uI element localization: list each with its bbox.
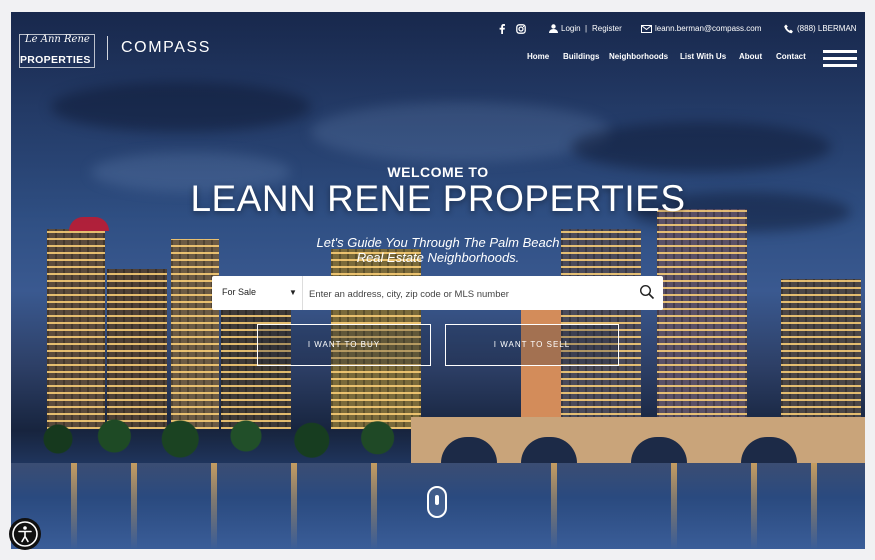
accessibility-icon[interactable] xyxy=(9,518,41,550)
facebook-icon[interactable] xyxy=(498,24,506,36)
listing-type-value: For Sale xyxy=(222,287,257,297)
nav-buildings[interactable]: Buildings xyxy=(563,52,599,61)
search-input[interactable] xyxy=(307,282,631,306)
email-link[interactable]: leann.berman@compass.com xyxy=(655,24,761,33)
mail-icon xyxy=(641,25,652,35)
hero-subtitle-line1: Let's Guide You Through The Palm Beach xyxy=(316,235,560,250)
compass-logo[interactable]: COMPASS xyxy=(121,39,211,57)
register-link[interactable]: Register xyxy=(592,24,622,33)
logo-script: Le Ann Rene xyxy=(25,34,90,45)
nav-neighborhoods[interactable]: Neighborhoods xyxy=(609,52,668,61)
phone-icon xyxy=(784,24,794,36)
phone-link[interactable]: (888) LBERMAN xyxy=(797,24,857,33)
logo-divider xyxy=(107,36,108,60)
hero-title: LEANN RENE PROPERTIES xyxy=(190,178,686,219)
nav-home[interactable]: Home xyxy=(527,52,549,61)
topbar-separator: | xyxy=(585,24,588,33)
nav-about[interactable]: About xyxy=(739,52,762,61)
logo-properties: PROPERTIES xyxy=(20,54,91,66)
nav-list-with-us[interactable]: List With Us xyxy=(680,52,726,61)
search-icon[interactable] xyxy=(639,284,657,302)
user-icon xyxy=(549,24,558,35)
hero-banner: Le Ann Rene PROPERTIES COMPASS Login | R… xyxy=(11,12,865,549)
chevron-down-icon: ▼ xyxy=(289,288,297,297)
hamburger-menu-icon[interactable] xyxy=(823,50,857,67)
buy-button[interactable]: I WANT TO BUY xyxy=(257,324,431,366)
listing-type-select[interactable]: For Sale ▼ xyxy=(212,276,303,310)
scroll-indicator-icon[interactable] xyxy=(427,486,447,518)
property-search-bar: For Sale ▼ xyxy=(212,276,663,310)
hero-subtitle-line2: Real Estate Neighborhoods. xyxy=(356,250,520,265)
nav-contact[interactable]: Contact xyxy=(776,52,806,61)
login-link[interactable]: Login xyxy=(561,24,581,33)
instagram-icon[interactable] xyxy=(516,24,526,36)
sell-button[interactable]: I WANT TO SELL xyxy=(445,324,619,366)
